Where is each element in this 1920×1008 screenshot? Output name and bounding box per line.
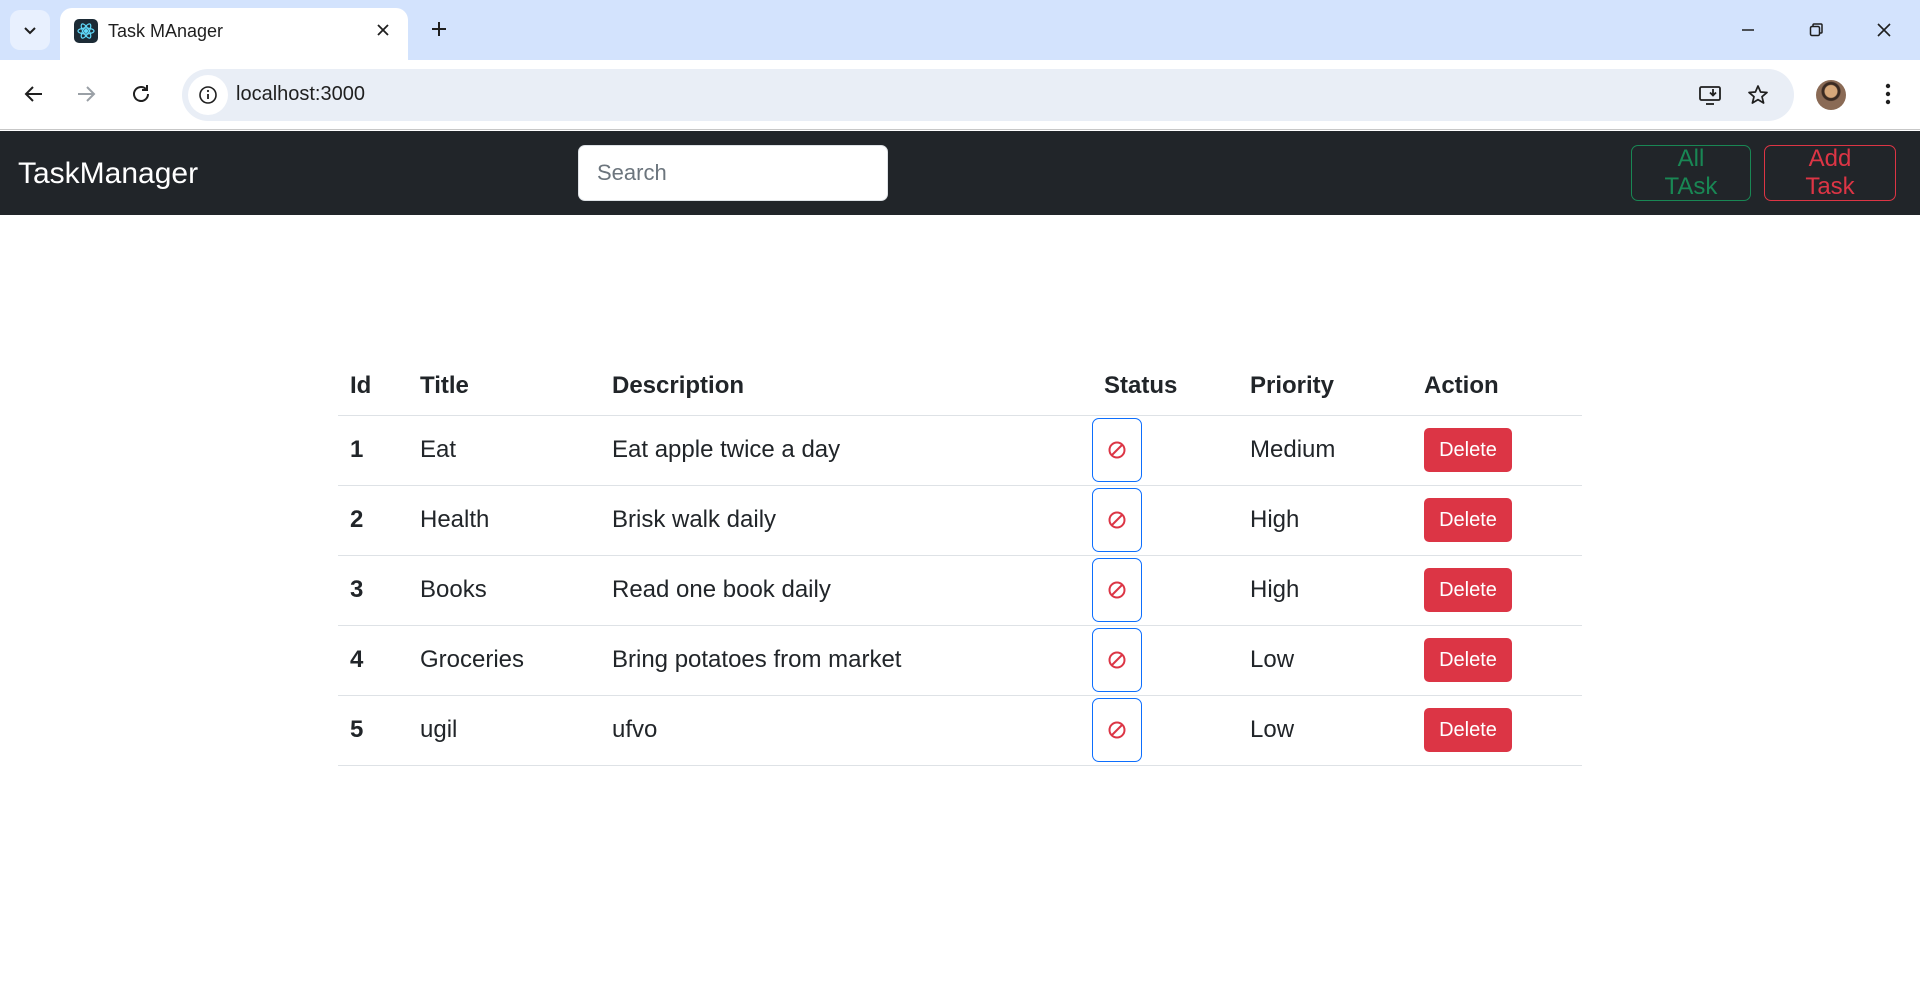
browser-toolbar: localhost:3000 <box>0 60 1920 130</box>
install-icon <box>1699 86 1721 105</box>
task-description: Read one book daily <box>600 555 1092 626</box>
delete-button[interactable]: Delete <box>1424 708 1512 752</box>
close-window-button[interactable] <box>1862 8 1906 52</box>
header-status: Status <box>1092 357 1238 416</box>
task-title: Groceries <box>408 625 600 696</box>
table-row: 1 Eat Eat apple twice a day Medium Delet… <box>338 415 1582 486</box>
tab-search-button[interactable] <box>10 10 50 50</box>
task-priority: High <box>1238 485 1412 556</box>
delete-button[interactable]: Delete <box>1424 638 1512 682</box>
task-action-cell: Delete <box>1412 415 1582 486</box>
brand-logo[interactable]: TaskManager <box>18 157 198 191</box>
task-priority: Low <box>1238 695 1412 766</box>
task-status-cell <box>1092 625 1238 696</box>
task-id: 2 <box>338 485 408 556</box>
browser-tab[interactable]: Task MAnager <box>60 8 408 60</box>
all-tasks-button[interactable]: All TAsk <box>1631 145 1751 201</box>
task-priority: Medium <box>1238 415 1412 486</box>
task-description: Bring potatoes from market <box>600 625 1092 696</box>
task-priority: Low <box>1238 625 1412 696</box>
tab-close-button[interactable] <box>370 17 396 43</box>
arrow-left-icon <box>24 86 42 102</box>
task-action-cell: Delete <box>1412 555 1582 626</box>
status-toggle-button[interactable] <box>1092 418 1142 482</box>
not-allowed-icon <box>1108 721 1126 739</box>
tab-title: Task MAnager <box>108 21 224 41</box>
more-vertical-icon <box>1885 83 1891 105</box>
task-status-cell <box>1092 485 1238 556</box>
not-allowed-icon <box>1108 441 1126 459</box>
task-id: 5 <box>338 695 408 766</box>
task-status-cell <box>1092 695 1238 766</box>
delete-button[interactable]: Delete <box>1424 498 1512 542</box>
status-toggle-button[interactable] <box>1092 628 1142 692</box>
task-description: Eat apple twice a day <box>600 415 1092 486</box>
bookmark-button[interactable] <box>1740 77 1776 113</box>
table-row: 4 Groceries Bring potatoes from market L… <box>338 625 1582 696</box>
back-button[interactable] <box>14 74 54 114</box>
task-title: Books <box>408 555 600 626</box>
arrow-right-icon <box>78 86 96 102</box>
search-input[interactable] <box>578 145 888 201</box>
close-icon <box>1877 23 1891 37</box>
reload-icon <box>133 85 149 102</box>
app-navbar: TaskManager All TAsk Add Task <box>0 131 1920 215</box>
status-toggle-button[interactable] <box>1092 488 1142 552</box>
header-title: Title <box>408 357 600 416</box>
react-icon <box>74 19 98 43</box>
minimize-icon <box>1742 29 1754 31</box>
not-allowed-icon <box>1108 651 1126 669</box>
site-info-button[interactable] <box>188 75 228 115</box>
header-action: Action <box>1412 357 1582 416</box>
chevron-down-icon <box>24 27 36 35</box>
task-id: 1 <box>338 415 408 486</box>
restore-icon <box>1809 23 1823 37</box>
profile-avatar[interactable] <box>1816 80 1846 110</box>
address-bar[interactable]: localhost:3000 <box>182 69 1794 121</box>
task-table: Id Title Description Status Priority Act… <box>338 357 1582 766</box>
not-allowed-icon <box>1108 581 1126 599</box>
not-allowed-icon <box>1108 511 1126 529</box>
browser-menu-button[interactable] <box>1870 74 1906 114</box>
task-id: 3 <box>338 555 408 626</box>
task-description: ufvo <box>600 695 1092 766</box>
url-text[interactable]: localhost:3000 <box>236 83 365 106</box>
status-toggle-button[interactable] <box>1092 698 1142 762</box>
install-app-button[interactable] <box>1692 77 1728 113</box>
info-icon <box>199 86 217 104</box>
task-status-cell <box>1092 555 1238 626</box>
star-icon <box>1748 85 1768 104</box>
plus-icon <box>432 22 446 36</box>
restore-button[interactable] <box>1794 8 1838 52</box>
task-title: ugil <box>408 695 600 766</box>
header-id: Id <box>338 357 408 416</box>
delete-button[interactable]: Delete <box>1424 428 1512 472</box>
task-priority: High <box>1238 555 1412 626</box>
task-id: 4 <box>338 625 408 696</box>
task-action-cell: Delete <box>1412 695 1582 766</box>
task-description: Brisk walk daily <box>600 485 1092 556</box>
close-icon <box>377 24 389 36</box>
table-header-row: Id Title Description Status Priority Act… <box>338 357 1582 416</box>
table-row: 3 Books Read one book daily High Delete <box>338 555 1582 626</box>
task-action-cell: Delete <box>1412 625 1582 696</box>
header-description: Description <box>600 357 1092 416</box>
table-row: 5 ugil ufvo Low Delete <box>338 695 1582 766</box>
add-task-button[interactable]: Add Task <box>1764 145 1896 201</box>
forward-button[interactable] <box>66 74 106 114</box>
task-title: Health <box>408 485 600 556</box>
task-action-cell: Delete <box>1412 485 1582 556</box>
table-row: 2 Health Brisk walk daily High Delete <box>338 485 1582 556</box>
reload-button[interactable] <box>121 74 161 114</box>
task-title: Eat <box>408 415 600 486</box>
header-priority: Priority <box>1238 357 1412 416</box>
minimize-button[interactable] <box>1726 8 1770 52</box>
delete-button[interactable]: Delete <box>1424 568 1512 612</box>
new-tab-button[interactable] <box>422 12 456 46</box>
status-toggle-button[interactable] <box>1092 558 1142 622</box>
task-status-cell <box>1092 415 1238 486</box>
browser-tab-strip: Task MAnager <box>0 0 1920 60</box>
